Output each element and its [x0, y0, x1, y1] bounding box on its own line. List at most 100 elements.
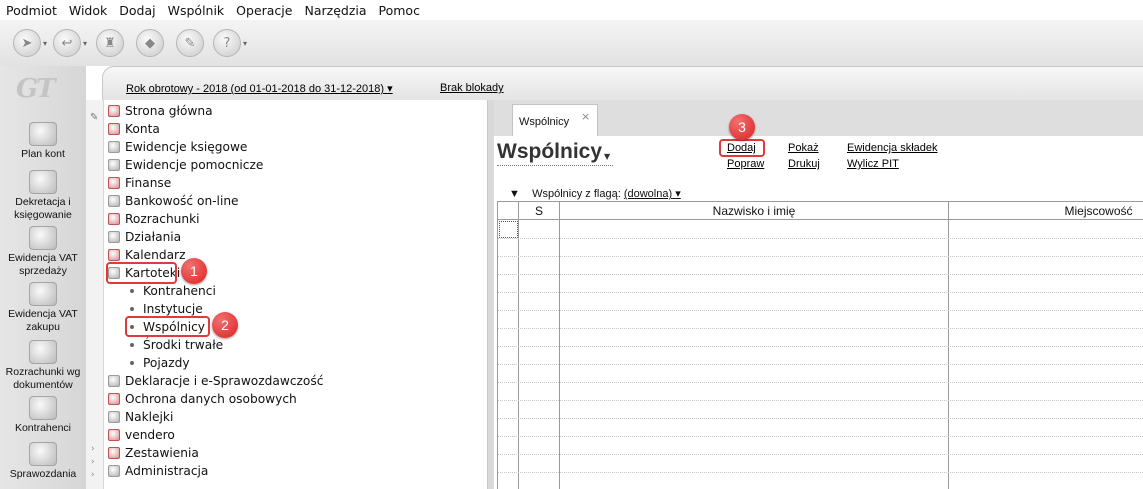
tree-node-rozrachunki[interactable]: Rozrachunki: [108, 210, 200, 228]
tree-node-finanse[interactable]: Finanse: [108, 174, 171, 192]
chevron-down-icon[interactable]: ▾: [243, 39, 247, 48]
partners-table[interactable]: S Nazwisko i imię Miejscowość: [497, 201, 1143, 489]
page-title[interactable]: Wspólnicy: [497, 140, 602, 164]
edit-button[interactable]: Popraw: [727, 158, 764, 170]
leftbar-item-vat-sprzedazy[interactable]: Ewidencja VAT sprzedaży: [0, 226, 86, 278]
tree-node-deklaracje[interactable]: Deklaracje i e-Sprawozdawczość: [108, 372, 323, 390]
finance-icon: [108, 177, 120, 189]
leftbar-item-dekretacja[interactable]: Dekretacja i księgowanie: [0, 170, 86, 222]
tree-node-ewidencje-ksiegowe[interactable]: Ewidencje księgowe: [108, 138, 247, 156]
leftbar-item-plan-kont[interactable]: Plan kont: [0, 122, 86, 161]
column-header-city[interactable]: Miejscowość: [949, 202, 1143, 220]
calc-pit-button[interactable]: Wylicz PIT: [847, 158, 899, 170]
show-button[interactable]: Pokaż: [788, 142, 819, 154]
tree-node-strona-glowna[interactable]: Strona główna: [108, 102, 213, 120]
leftbar-item-label: Plan kont: [21, 148, 65, 160]
contributions-button[interactable]: Ewidencja składek: [847, 142, 938, 154]
leftbar-item-rozrachunki[interactable]: Rozrachunki wg dokumentów: [0, 340, 86, 392]
ledger-icon: [108, 141, 120, 153]
toolbar: ➤ ▾ ↩ ▾ ♜ ◆ ✎ ? ▾: [0, 20, 1143, 66]
tools-icon: ✎: [176, 29, 204, 57]
current-cell[interactable]: [499, 221, 518, 238]
tree-node-ewidencje-pomocnicze[interactable]: Ewidencje pomocnicze: [108, 156, 263, 174]
bullet-icon: [130, 343, 134, 347]
tree-node-naklejki[interactable]: Naklejki: [108, 408, 173, 426]
tree-node-vendero[interactable]: vendero: [108, 426, 175, 444]
bullet-icon: [130, 289, 134, 293]
tree-node-ochrona-danych[interactable]: Ochrona danych osobowych: [108, 390, 297, 408]
chevron-down-icon[interactable]: ▾: [43, 39, 47, 48]
tree-node-label: Naklejki: [125, 410, 174, 424]
lock-status-link[interactable]: Brak blokady: [440, 82, 504, 94]
menu-dodaj[interactable]: Dodaj: [113, 3, 161, 18]
home-icon: [108, 105, 120, 117]
filter-value-select[interactable]: (dowolna) ▾: [624, 188, 681, 200]
tree-subitem-pojazdy[interactable]: Pojazdy: [130, 354, 190, 372]
highlight-kartoteki: [106, 262, 177, 284]
fiscal-year-selector[interactable]: Rok obrotowy - 2018 (od 01-01-2018 do 31…: [126, 82, 393, 95]
step-badge-2: 2: [212, 312, 238, 338]
receive-button[interactable]: ↩ ▾: [50, 27, 90, 59]
bullet-icon: [130, 307, 134, 311]
grid-row-line: [498, 400, 1143, 401]
settlements-icon: [108, 213, 120, 225]
grid-row-line: [498, 328, 1143, 329]
pin-icon[interactable]: ✎: [90, 112, 98, 123]
help-button[interactable]: ? ▾: [210, 27, 250, 59]
chevron-right-icon[interactable]: ›: [91, 470, 95, 480]
chevron-down-icon[interactable]: ▾: [83, 39, 87, 48]
accounts-icon: [108, 123, 120, 135]
menu-operacje[interactable]: Operacje: [230, 3, 298, 18]
chevron-right-icon[interactable]: ›: [91, 444, 95, 454]
tree-gutter: [86, 100, 104, 489]
title-underline: [497, 165, 613, 166]
print-button[interactable]: Drukuj: [788, 158, 820, 170]
stamp-button[interactable]: ♜: [90, 27, 130, 59]
leftbar-item-sprawozdania[interactable]: Sprawozdania: [0, 442, 86, 481]
settlements-icon: [29, 340, 57, 364]
column-header-name[interactable]: Nazwisko i imię: [560, 202, 949, 220]
grid-divider: [518, 220, 519, 489]
tree-node-label: Ochrona danych osobowych: [125, 392, 297, 406]
tree-node-dzialania[interactable]: Działania: [108, 228, 181, 246]
tab-label: Wspólnicy: [519, 116, 570, 128]
chevron-down-icon: ▾: [387, 83, 393, 95]
reports-icon: [29, 442, 57, 466]
menu-pomoc[interactable]: Pomoc: [373, 3, 426, 18]
grid-row-line: [498, 310, 1143, 311]
tree-subitem-kontrahenci[interactable]: Kontrahenci: [130, 282, 216, 300]
filter-value: (dowolna): [623, 188, 673, 200]
column-header-s[interactable]: S: [519, 202, 560, 220]
tab-wspolnicy[interactable]: Wspólnicy ×: [512, 104, 598, 136]
menu-wspolnik[interactable]: Wspólnik: [162, 3, 231, 18]
close-icon[interactable]: ×: [581, 110, 590, 123]
grid-row-line: [498, 238, 1143, 239]
tree-node-label: Konta: [125, 122, 160, 136]
grid-row-line: [498, 418, 1143, 419]
menu-widok[interactable]: Widok: [63, 3, 113, 18]
menu-podmiot[interactable]: Podmiot: [0, 3, 63, 18]
column-header-selector[interactable]: [498, 202, 519, 220]
send-button[interactable]: ➤ ▾: [10, 27, 50, 59]
grid-row-line: [498, 436, 1143, 437]
tree-node-konta[interactable]: Konta: [108, 120, 160, 138]
tree-node-label: Zestawienia: [125, 446, 199, 460]
chevron-down-icon[interactable]: ▼: [604, 152, 610, 161]
menu-narzedzia[interactable]: Narzędzia: [298, 3, 372, 18]
tree-node-label: Działania: [125, 230, 182, 244]
leftbar-item-vat-zakupu[interactable]: Ewidencja VAT zakupu: [0, 282, 86, 334]
actions-icon: [108, 231, 120, 243]
grid-row-line: [498, 454, 1143, 455]
leftbar-item-label: Kontrahenci: [14, 422, 72, 434]
quick-launch-bar: GT Plan kont Dekretacja i księgowanie Ew…: [0, 66, 86, 489]
tools-button[interactable]: ✎: [170, 27, 210, 59]
tree-node-administracja[interactable]: Administracja: [108, 462, 208, 480]
tree-subitem-srodki-trwale[interactable]: Środki trwałe: [130, 336, 223, 354]
highlight-wspolnicy: [125, 316, 210, 337]
leftbar-item-kontrahenci[interactable]: Kontrahenci: [0, 396, 86, 435]
tree-node-bankowosc[interactable]: Bankowość on-line: [108, 192, 239, 210]
tree-node-zestawienia[interactable]: Zestawienia: [108, 444, 199, 462]
collapse-icon[interactable]: ▼: [509, 188, 520, 200]
chevron-right-icon[interactable]: ›: [91, 457, 95, 467]
label-button[interactable]: ◆: [130, 27, 170, 59]
